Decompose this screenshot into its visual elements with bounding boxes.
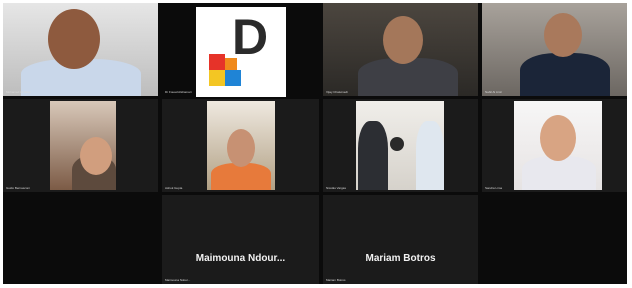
participant-video bbox=[50, 101, 116, 190]
participant-figure bbox=[416, 121, 444, 190]
participant-figure bbox=[80, 137, 112, 175]
participant-name-label: Dr Fouad Alshamari bbox=[165, 90, 192, 94]
participant-figure bbox=[540, 115, 576, 161]
video-tile[interactable]: Mohamed Al Jaber bbox=[3, 3, 158, 96]
participant-video bbox=[207, 101, 275, 190]
video-tile[interactable]: Nicolás Vargas bbox=[323, 99, 478, 192]
participant-video bbox=[514, 101, 602, 190]
video-tile[interactable]: Ashok Gupta bbox=[162, 99, 319, 192]
participant-figure bbox=[522, 156, 596, 190]
participant-figure bbox=[383, 16, 423, 64]
video-tile[interactable]: Vijay Chaturvedi bbox=[323, 3, 478, 96]
participant-figure bbox=[358, 58, 458, 96]
participant-name: Maimouna Ndour... bbox=[195, 253, 286, 264]
participant-figure bbox=[544, 13, 582, 57]
participant-figure bbox=[48, 9, 100, 69]
participant-figure bbox=[211, 163, 271, 190]
participant-name-label: Sandra Lima bbox=[485, 186, 503, 190]
video-tile[interactable]: Nabil Al Amir bbox=[482, 3, 627, 96]
participant-figure bbox=[227, 129, 255, 167]
video-tile[interactable]: Mariam Botros Mariam Botros bbox=[323, 195, 478, 284]
gallery-view: Mohamed Al Jaber D Dr Fouad Alshamari Vi… bbox=[3, 3, 627, 284]
participant-name-label: Nabil Al Amir bbox=[485, 90, 503, 94]
participant-name-label: Mariam Botros bbox=[326, 278, 346, 282]
participant-video bbox=[356, 101, 444, 190]
participant-name-label: Nicolás Vargas bbox=[326, 186, 346, 190]
participant-name-label: Vijay Chaturvedi bbox=[326, 90, 348, 94]
video-tile[interactable]: Sandra Lima bbox=[482, 99, 627, 192]
video-tile[interactable]: Maimouna Ndour... Maimouna Ndour... bbox=[162, 195, 319, 284]
video-tile-frame: Dr Fouad Alshamari bbox=[162, 3, 319, 96]
participant-figure bbox=[520, 53, 610, 96]
participant-video bbox=[482, 3, 627, 96]
participant-video bbox=[323, 3, 478, 96]
participant-name-label: Ashok Gupta bbox=[165, 186, 183, 190]
participant-figure bbox=[390, 137, 404, 151]
participant-name-label: Guido Bernasconi bbox=[6, 186, 30, 190]
participant-figure bbox=[358, 121, 388, 190]
participant-name-label: Maimouna Ndour... bbox=[165, 278, 191, 282]
video-tile[interactable]: Guido Bernasconi bbox=[3, 99, 158, 192]
participant-name: Mariam Botros bbox=[365, 253, 436, 264]
participant-video bbox=[3, 3, 158, 96]
participant-name-label: Mohamed Al Jaber bbox=[6, 90, 32, 94]
